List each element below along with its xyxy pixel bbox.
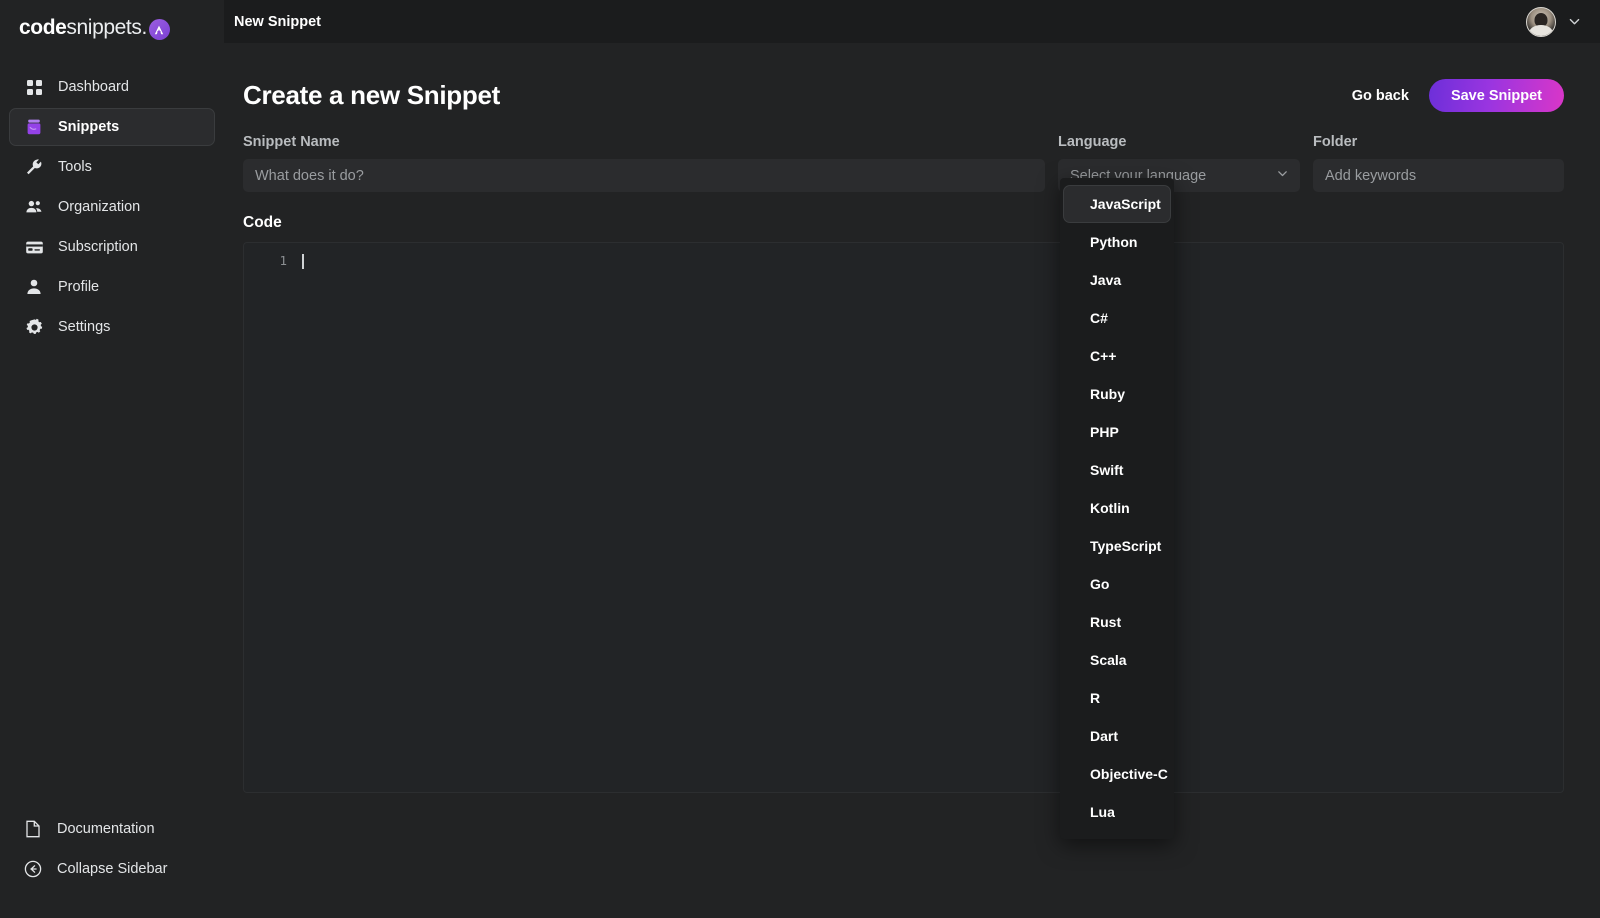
language-option-cpp[interactable]: C++: [1063, 337, 1171, 375]
credit-card-icon: [24, 237, 44, 257]
sidebar-item-dashboard[interactable]: Dashboard: [9, 68, 215, 106]
language-option-python[interactable]: Python: [1063, 223, 1171, 261]
sidebar: codesnippets. Dashboard Snippets Tools O…: [0, 0, 224, 918]
sidebar-item-label: Tools: [58, 159, 92, 175]
language-option-dart[interactable]: Dart: [1063, 717, 1171, 755]
language-option-scala[interactable]: Scala: [1063, 641, 1171, 679]
brand-logo[interactable]: codesnippets.: [0, 6, 224, 50]
sidebar-item-snippets[interactable]: Snippets: [9, 108, 215, 146]
chevron-down-icon[interactable]: [1565, 13, 1583, 31]
snippet-name-label: Snippet Name: [243, 134, 340, 150]
language-option-ruby[interactable]: Ruby: [1063, 375, 1171, 413]
brand-badge-icon: [148, 19, 170, 41]
sidebar-item-subscription[interactable]: Subscription: [9, 228, 215, 266]
code-gutter: 1: [244, 243, 298, 792]
language-dropdown-menu: JavaScript Python Java C# C++ Ruby PHP S…: [1060, 178, 1174, 839]
code-label: Code: [243, 214, 282, 231]
person-icon: [24, 277, 44, 297]
language-option-objective-c[interactable]: Objective-C: [1063, 755, 1171, 793]
language-option-kotlin[interactable]: Kotlin: [1063, 489, 1171, 527]
main-area: New Snippet Create a new Snippet Go back…: [224, 0, 1600, 918]
page-breadcrumb: New Snippet: [234, 13, 322, 30]
sidebar-footer-label: Collapse Sidebar: [57, 861, 168, 877]
folder-input[interactable]: Add keywords: [1313, 159, 1564, 192]
sidebar-item-label: Snippets: [58, 119, 120, 135]
sidebar-item-documentation[interactable]: Documentation: [9, 814, 215, 844]
sidebar-item-label: Organization: [58, 199, 141, 215]
language-option-csharp[interactable]: C#: [1063, 299, 1171, 337]
topbar-actions: [1526, 6, 1583, 37]
app-root: codesnippets. Dashboard Snippets Tools O…: [0, 0, 1600, 918]
page-header: Create a new Snippet Go back Save Snippe…: [243, 43, 1564, 112]
snippets-icon: [24, 117, 44, 137]
snippet-name-input[interactable]: What does it do?: [243, 159, 1069, 192]
sidebar-footer-label: Documentation: [57, 821, 155, 837]
language-option-go[interactable]: Go: [1063, 565, 1171, 603]
field-snippet-name: Snippet Name What does it do?: [243, 134, 1069, 192]
language-label: Language: [1058, 134, 1127, 150]
language-option-r[interactable]: R: [1063, 679, 1171, 717]
topbar: New Snippet: [224, 0, 1600, 43]
sidebar-item-label: Dashboard: [58, 79, 129, 95]
gear-icon: [24, 317, 44, 337]
sidebar-nav: Dashboard Snippets Tools Organization Su…: [0, 68, 224, 346]
sidebar-item-label: Profile: [58, 279, 100, 295]
code-editor[interactable]: 1: [243, 242, 1564, 793]
field-language: Language Select your language JavaScript…: [1058, 134, 1300, 839]
sidebar-item-label: Settings: [58, 319, 111, 335]
sidebar-item-label: Subscription: [58, 239, 138, 255]
brand-name-regular: snippets.: [66, 15, 147, 39]
content-panel: Create a new Snippet Go back Save Snippe…: [224, 43, 1600, 918]
language-option-rust[interactable]: Rust: [1063, 603, 1171, 641]
language-option-lua[interactable]: Lua: [1063, 793, 1171, 831]
page-title: Create a new Snippet: [243, 80, 500, 110]
sidebar-item-organization[interactable]: Organization: [9, 188, 215, 226]
sidebar-item-settings[interactable]: Settings: [9, 308, 215, 346]
snippet-name-placeholder: What does it do?: [255, 167, 364, 184]
language-option-swift[interactable]: Swift: [1063, 451, 1171, 489]
wrench-icon: [24, 157, 44, 177]
language-option-javascript[interactable]: JavaScript: [1063, 185, 1171, 223]
chevron-down-icon: [1276, 167, 1289, 184]
brand-logo-text: codesnippets.: [19, 16, 170, 41]
form-row: Snippet Name What does it do? Language S…: [243, 134, 1564, 839]
folder-label: Folder: [1313, 134, 1358, 150]
document-icon: [23, 819, 43, 839]
avatar[interactable]: [1526, 6, 1556, 37]
field-folder: Folder Add keywords: [1313, 134, 1564, 192]
page-header-actions: Go back Save Snippet: [1352, 79, 1564, 112]
folder-placeholder: Add keywords: [1325, 167, 1417, 184]
sidebar-item-tools[interactable]: Tools: [9, 148, 215, 186]
language-option-php[interactable]: PHP: [1063, 413, 1171, 451]
save-snippet-button[interactable]: Save Snippet: [1428, 79, 1564, 112]
language-option-java[interactable]: Java: [1063, 261, 1171, 299]
line-number: 1: [279, 253, 287, 268]
code-input-area[interactable]: [298, 243, 1563, 792]
grid-icon: [24, 77, 44, 97]
brand-name-bold: code: [19, 15, 67, 39]
sidebar-item-collapse[interactable]: Collapse Sidebar: [9, 854, 215, 884]
language-option-typescript[interactable]: TypeScript: [1063, 527, 1171, 565]
people-icon: [24, 197, 44, 217]
go-back-button[interactable]: Go back: [1352, 88, 1409, 104]
code-caret: [302, 254, 304, 269]
sidebar-item-profile[interactable]: Profile: [9, 268, 215, 306]
arrow-left-circle-icon: [23, 859, 43, 879]
sidebar-footer: Documentation Collapse Sidebar: [0, 814, 224, 884]
